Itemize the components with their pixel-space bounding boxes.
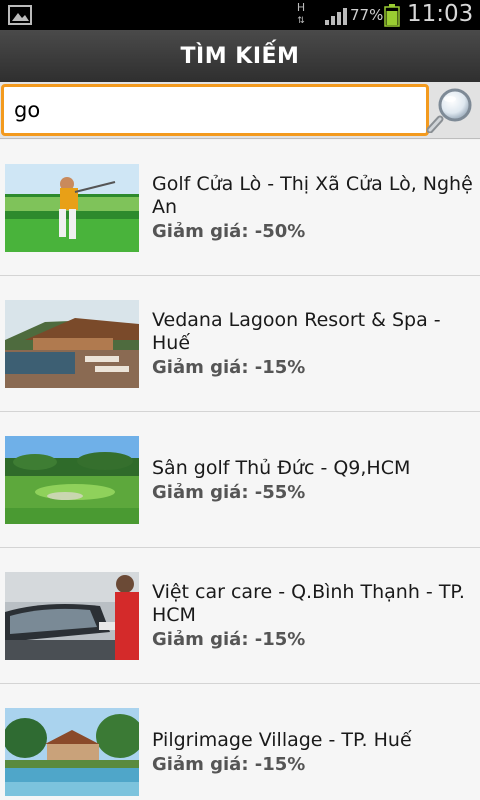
list-item[interactable]: Pilgrimage Village - TP. Huế Giảm giá: -…	[0, 684, 480, 800]
status-bar: H ⇅ 77% 11:03	[0, 0, 480, 30]
gallery-notification-icon	[8, 5, 32, 25]
item-text: Vedana Lagoon Resort & Spa - Huế Giảm gi…	[152, 309, 476, 379]
item-text: Việt car care - Q.Bình Thạnh - TP. HCM G…	[152, 581, 476, 651]
item-discount: Giảm giá: -15%	[152, 629, 306, 650]
header-bar: TÌM KIẾM	[0, 30, 480, 82]
list-item[interactable]: Việt car care - Q.Bình Thạnh - TP. HCM G…	[0, 548, 480, 684]
list-item[interactable]: Vedana Lagoon Resort & Spa - Huế Giảm gi…	[0, 276, 480, 412]
item-title: Pilgrimage Village - TP. Huế	[152, 729, 412, 751]
item-discount: Giảm giá: -55%	[152, 482, 306, 503]
search-button[interactable]	[424, 86, 476, 134]
results-list: Golf Cửa Lò - Thị Xã Cửa Lò, Nghệ An Giả…	[0, 140, 480, 800]
item-text: Pilgrimage Village - TP. Huế Giảm giá: -…	[152, 729, 476, 776]
network-type-indicator: H ⇅	[296, 1, 306, 27]
item-title: Sân golf Thủ Đức - Q9,HCM	[152, 457, 411, 479]
item-title: Việt car care - Q.Bình Thạnh - TP. HCM	[152, 581, 465, 626]
item-title: Vedana Lagoon Resort & Spa - Huế	[152, 309, 441, 354]
car-wash-photo	[5, 572, 139, 660]
battery-percent: 77%	[350, 6, 384, 24]
list-item[interactable]: Sân golf Thủ Đức - Q9,HCM Giảm giá: -55%	[0, 412, 480, 548]
battery-icon	[384, 4, 400, 27]
item-text: Sân golf Thủ Đức - Q9,HCM Giảm giá: -55%	[152, 457, 476, 504]
golf-course-photo	[5, 436, 139, 524]
list-item[interactable]: Golf Cửa Lò - Thị Xã Cửa Lò, Nghệ An Giả…	[0, 140, 480, 276]
item-discount: Giảm giá: -15%	[152, 754, 306, 775]
search-bar	[0, 82, 480, 139]
village-pool-photo	[5, 708, 139, 796]
item-discount: Giảm giá: -50%	[152, 221, 306, 242]
item-text: Golf Cửa Lò - Thị Xã Cửa Lò, Nghệ An Giả…	[152, 173, 476, 243]
signal-strength-icon	[325, 8, 347, 25]
search-input[interactable]	[1, 84, 429, 136]
item-title: Golf Cửa Lò - Thị Xã Cửa Lò, Nghệ An	[152, 173, 473, 218]
magnifier-icon	[426, 88, 472, 133]
resort-deck-photo	[5, 300, 139, 388]
golfer-photo	[5, 164, 139, 252]
status-clock: 11:03	[407, 1, 474, 27]
item-discount: Giảm giá: -15%	[152, 357, 306, 378]
page-title: TÌM KIẾM	[180, 43, 300, 69]
